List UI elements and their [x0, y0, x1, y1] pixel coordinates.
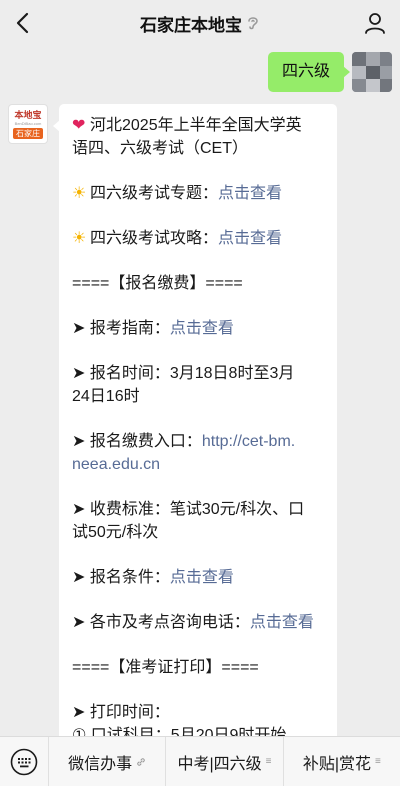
phone-label: ➤ 各市及考点咨询电话： — [72, 614, 250, 631]
time-line2: 24日16时 — [72, 388, 140, 405]
condition-label: ➤ 报名条件： — [72, 569, 170, 586]
chat-header: 石家庄本地宝 — [0, 0, 400, 46]
avatar-logo-mid: BenDiBao.com — [14, 120, 42, 126]
print-item-oral: ① 口试科目：5月20日9时开始 — [72, 727, 287, 736]
menu-item-wechat-service[interactable]: 微信办事 — [48, 736, 165, 786]
heart-icon: ❤ — [72, 117, 86, 134]
entry-url-part2[interactable]: neea.edu.cn — [72, 453, 325, 476]
menu-item-exams[interactable]: 中考|四六级 ≡ — [165, 736, 282, 786]
section-registration: ====【报名缴费】==== — [72, 275, 243, 292]
menu-item-subsidy[interactable]: 补贴|赏花 ≡ — [282, 736, 400, 786]
menu-item-label: 微信办事 — [68, 755, 133, 773]
avatar-logo-top: 本地宝 — [14, 109, 42, 120]
topic-label: 四六级考试专题： — [90, 185, 219, 202]
submenu-icon: ≡ — [374, 756, 381, 767]
title-line1: 河北2025年上半年全国大学英 — [90, 117, 302, 134]
submenu-icon: ≡ — [265, 756, 272, 767]
guide-label: ➤ 报考指南： — [72, 320, 170, 337]
incoming-message: ❤ 河北2025年上半年全国大学英 语四、六级考试（CET） ☀ 四六级考试专题：点… — [53, 104, 337, 736]
chat-title-text: 石家庄本地宝 — [140, 15, 242, 35]
user-avatar[interactable] — [352, 52, 392, 92]
fee-line1: ➤ 收费标准：笔试30元/科次、口 — [72, 501, 305, 518]
sun-icon: ☀ — [72, 230, 87, 247]
profile-button[interactable] — [358, 6, 392, 40]
entry-line: ➤ 报名缴费入口：http://cet-bm. — [72, 430, 325, 453]
back-button[interactable] — [6, 6, 40, 40]
fee-line2: 试50元/科次 — [72, 524, 159, 541]
guide-line: ➤ 报考指南：点击查看 — [72, 317, 325, 340]
condition-link[interactable]: 点击查看 — [170, 569, 234, 586]
condition-line: ➤ 报名条件：点击查看 — [72, 566, 325, 589]
strategy-label: 四六级考试攻略： — [90, 230, 219, 247]
title-line2: 语四、六级考试（CET） — [72, 140, 249, 157]
link-icon — [137, 757, 145, 766]
entry-label: ➤ 报名缴费入口： — [72, 433, 202, 450]
topic-line: ☀ 四六级考试专题：点击查看 — [72, 182, 325, 205]
outgoing-bubble[interactable]: 四六级 — [267, 52, 351, 92]
keyboard-button[interactable] — [0, 737, 48, 786]
guide-link[interactable]: 点击查看 — [170, 320, 234, 337]
bot-avatar[interactable]: 本地宝 BenDiBao.com 石家庄 — [8, 104, 48, 144]
entry-url-part1[interactable]: http://cet-bm. — [202, 433, 295, 450]
message-title: ❤ 河北2025年上半年全国大学英 — [72, 114, 325, 137]
menu-item-label: 中考|四六级 — [177, 755, 262, 773]
outgoing-message: 四六级 — [267, 52, 392, 92]
chevron-left-icon — [16, 12, 29, 34]
bottom-menu-bar: 微信办事 中考|四六级 ≡ 补贴|赏花 ≡ — [0, 736, 400, 786]
menu-item-label: 补贴|赏花 — [302, 755, 371, 773]
strategy-link[interactable]: 点击查看 — [218, 230, 282, 247]
strategy-line: ☀ 四六级考试攻略：点击查看 — [72, 227, 325, 250]
sun-icon: ☀ — [72, 185, 87, 202]
chat-area[interactable]: 四六级 本地宝 BenDiBao.com 石家庄 ❤ 河北2025年上半年全国大学… — [0, 46, 400, 736]
phone-line: ➤ 各市及考点咨询电话：点击查看 — [72, 611, 325, 634]
topic-link[interactable]: 点击查看 — [218, 185, 282, 202]
avatar-logo-bottom: 石家庄 — [13, 127, 43, 139]
section-admission-ticket: ====【准考证打印】==== — [72, 659, 259, 676]
keyboard-icon — [10, 748, 38, 775]
person-icon — [365, 13, 385, 34]
print-time-label: ➤ 打印时间： — [72, 704, 170, 721]
chat-title: 石家庄本地宝 — [140, 11, 260, 36]
ear-icon — [248, 17, 258, 30]
time-line1: ➤ 报名时间：3月18日8时至3月 — [72, 365, 295, 382]
phone-link[interactable]: 点击查看 — [250, 614, 314, 631]
